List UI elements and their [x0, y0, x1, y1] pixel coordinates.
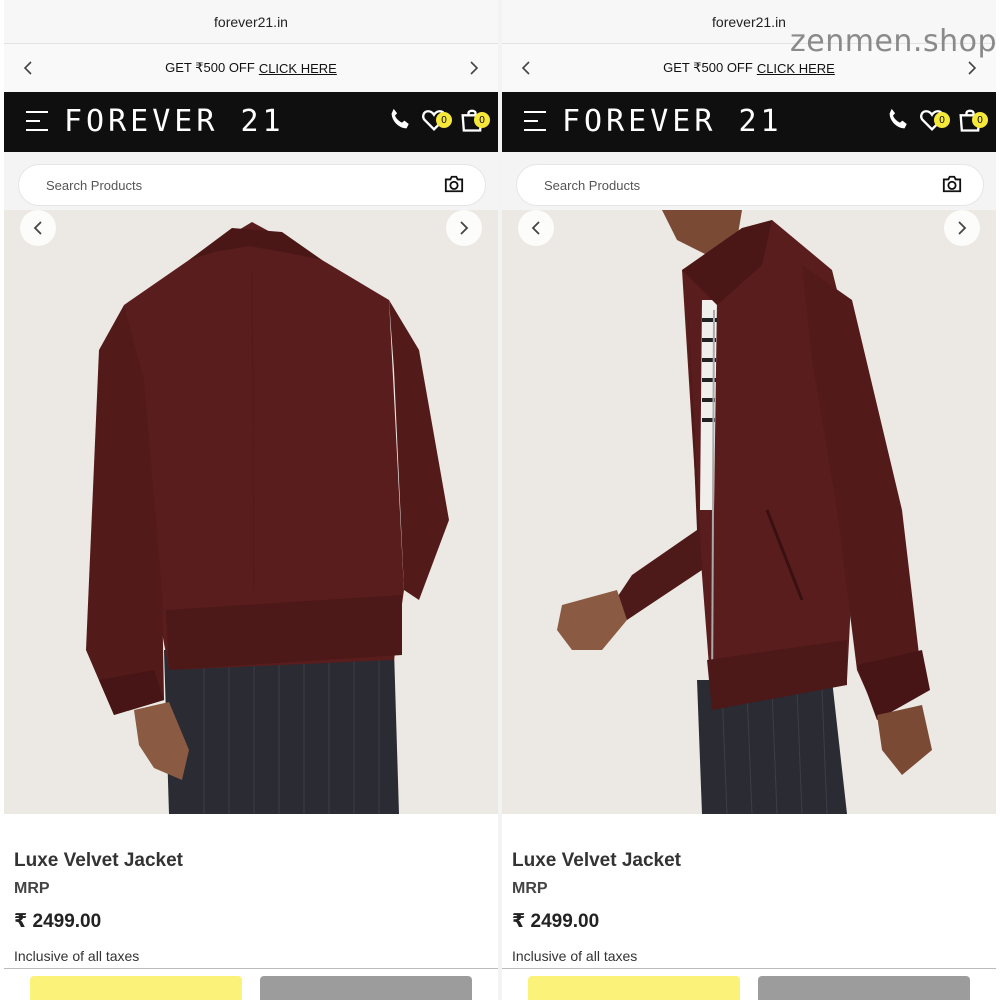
search-bar-container: Search Products [4, 152, 498, 210]
wishlist-button[interactable] [260, 976, 472, 1000]
phone-icon[interactable] [386, 106, 416, 136]
promo-link[interactable]: CLICK HERE [259, 61, 337, 76]
url-text: forever21.in [214, 13, 288, 30]
divider-line [502, 968, 996, 969]
promo-text: GET ₹500 OFF [165, 60, 255, 75]
site-header: FOREVER 21 0 0 [4, 92, 498, 152]
promo-banner: GET ₹500 OFF CLICK HERE [4, 44, 498, 92]
product-title: Luxe Velvet Jacket [512, 850, 681, 871]
wishlist-count-badge: 0 [436, 112, 452, 128]
chevron-left-icon[interactable] [516, 58, 536, 78]
menu-icon[interactable] [26, 111, 50, 133]
search-bar-container: Search Products [502, 152, 996, 210]
wishlist-count-badge: 0 [934, 112, 950, 128]
url-text: forever21.in [712, 13, 786, 30]
chevron-right-icon[interactable] [464, 58, 484, 78]
watermark-text: zenmen.shop [790, 24, 997, 59]
promo-link[interactable]: CLICK HERE [757, 61, 835, 76]
product-price: ₹ 2499.00 [512, 911, 600, 932]
search-placeholder: Search Products [544, 177, 641, 193]
product-price: ₹ 2499.00 [14, 911, 102, 932]
chevron-right-icon[interactable] [962, 58, 982, 78]
search-input[interactable]: Search Products [18, 164, 486, 206]
mrp-label: MRP [512, 880, 548, 897]
gallery-next-button[interactable] [446, 210, 482, 246]
tax-note: Inclusive of all taxes [512, 948, 638, 964]
search-input[interactable]: Search Products [516, 164, 984, 206]
product-image-back-view[interactable] [4, 210, 498, 814]
wishlist-button[interactable] [758, 976, 970, 1000]
gallery-prev-button[interactable] [518, 210, 554, 246]
cart-count-badge: 0 [972, 112, 988, 128]
brand-logo[interactable]: FOREVER 21 [64, 104, 285, 140]
gallery-prev-button[interactable] [20, 210, 56, 246]
mrp-label: MRP [14, 880, 50, 897]
menu-icon[interactable] [524, 111, 548, 133]
camera-icon[interactable] [941, 174, 965, 196]
cart-count-badge: 0 [474, 112, 490, 128]
promo-text: GET ₹500 OFF [663, 60, 753, 75]
gallery-next-button[interactable] [944, 210, 980, 246]
phone-icon[interactable] [884, 106, 914, 136]
product-title: Luxe Velvet Jacket [14, 850, 183, 871]
tax-note: Inclusive of all taxes [14, 948, 140, 964]
search-placeholder: Search Products [46, 177, 143, 193]
screenshot-right: forever21.in GET ₹500 OFF CLICK HERE FOR… [502, 0, 996, 1000]
camera-icon[interactable] [443, 174, 467, 196]
divider-line [4, 968, 498, 969]
url-bar[interactable]: forever21.in [4, 0, 498, 44]
add-to-bag-button[interactable] [30, 976, 242, 1000]
add-to-bag-button[interactable] [528, 976, 740, 1000]
product-image-side-view[interactable] [502, 210, 996, 814]
chevron-left-icon[interactable] [18, 58, 38, 78]
screenshot-left: forever21.in GET ₹500 OFF CLICK HERE FOR… [4, 0, 498, 1000]
brand-logo[interactable]: FOREVER 21 [562, 104, 783, 140]
site-header: FOREVER 21 0 0 [502, 92, 996, 152]
